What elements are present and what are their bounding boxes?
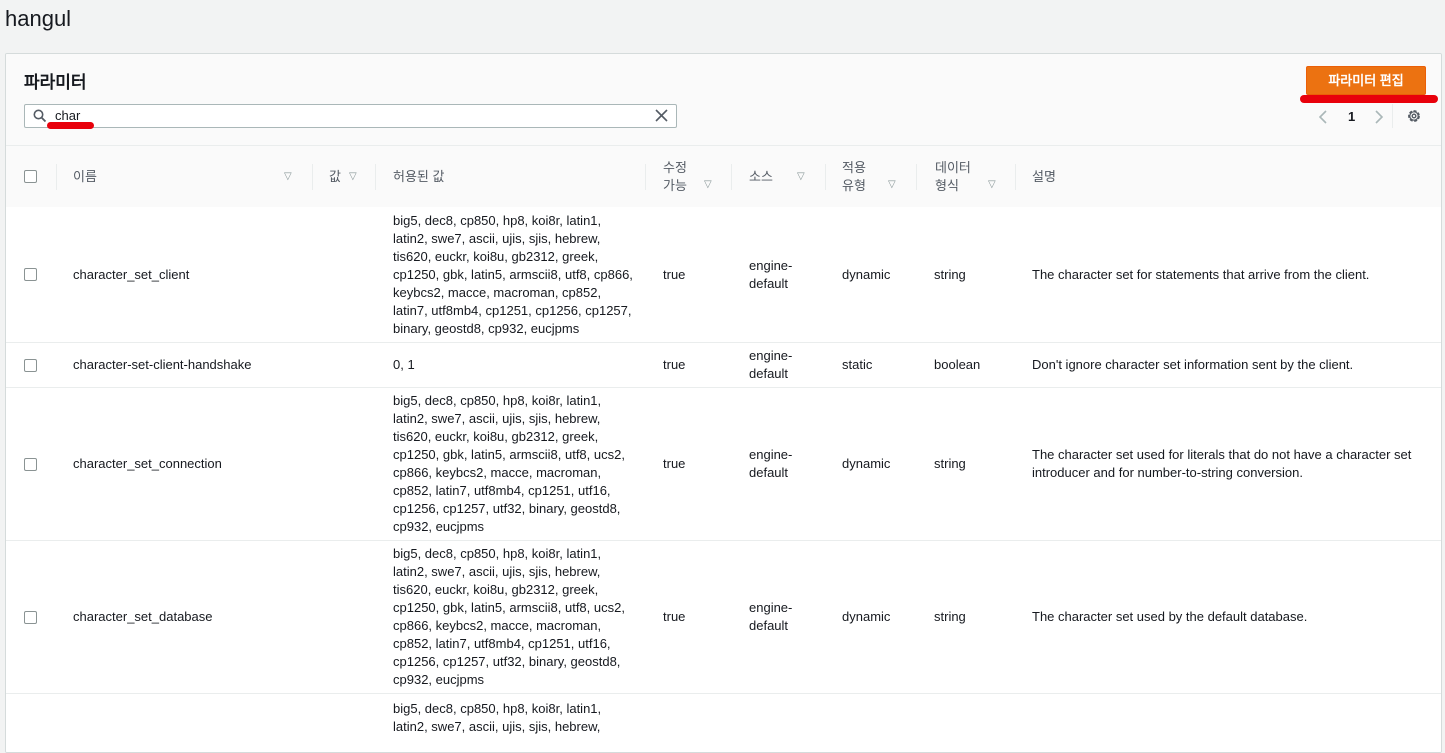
- pager-divider: [1392, 104, 1393, 128]
- search-input[interactable]: char: [24, 104, 677, 128]
- column-header-name[interactable]: 이름 ▽: [73, 146, 313, 207]
- data-type-value: string: [934, 266, 966, 282]
- apply-type-value: dynamic: [842, 609, 891, 624]
- row-checkbox[interactable]: [24, 457, 37, 471]
- column-divider: [645, 164, 646, 190]
- description-value: Don't ignore character set information s…: [1032, 357, 1354, 372]
- select-all-checkbox[interactable]: [24, 170, 37, 183]
- panel-header: 파라미터 파라미터 편집 char 1: [6, 54, 1441, 146]
- clear-icon[interactable]: [655, 109, 668, 127]
- parameters-panel: 파라미터 파라미터 편집 char 1 이름 ▽ 값 ▽ 허용된 값 수정 가능…: [5, 53, 1442, 753]
- sort-caret-icon[interactable]: ▽: [349, 171, 357, 182]
- table-row[interactable]: character_set_connection big5, dec8, cp8…: [6, 388, 1441, 541]
- apply-type-value: dynamic: [842, 456, 891, 471]
- allowed-values: big5, dec8, cp850, hp8, koi8r, latin1, l…: [393, 546, 625, 687]
- sort-caret-icon[interactable]: ▽: [888, 179, 896, 190]
- sort-caret-icon[interactable]: ▽: [284, 171, 292, 182]
- sort-caret-icon[interactable]: ▽: [704, 179, 712, 190]
- param-name: character-set-client-handshake: [73, 357, 252, 372]
- modifiable-value: true: [663, 456, 686, 471]
- column-header-modifiable-label: 수정 가능: [663, 159, 687, 193]
- column-divider: [1015, 164, 1016, 190]
- apply-type-value: static: [842, 357, 873, 372]
- search-icon: [33, 109, 47, 128]
- param-name: character_set_client: [73, 266, 190, 282]
- row-checkbox[interactable]: [24, 268, 37, 281]
- apply-type-value: dynamic: [842, 266, 891, 282]
- allowed-values: 0, 1: [393, 357, 415, 372]
- allowed-values: big5, dec8, cp850, hp8, koi8r, latin1, l…: [393, 393, 625, 534]
- current-page[interactable]: 1: [1348, 109, 1355, 124]
- column-header-allowed-label: 허용된 값: [393, 168, 445, 184]
- next-page-icon[interactable]: [1374, 109, 1384, 128]
- column-divider: [731, 164, 732, 190]
- column-header-apply-type[interactable]: 적용 유형 ▽: [842, 146, 917, 207]
- search-value: char: [55, 108, 81, 123]
- column-header-name-label: 이름: [73, 168, 97, 184]
- column-header-source[interactable]: 소스 ▽: [749, 146, 824, 207]
- description-value: The character set for statements that ar…: [1032, 266, 1370, 282]
- table-row[interactable]: character_set_client big5, dec8, cp850, …: [6, 207, 1441, 343]
- param-name: character_set_database: [73, 609, 213, 624]
- modifiable-value: true: [663, 266, 686, 282]
- panel-title: 파라미터: [24, 73, 87, 92]
- data-type-value: string: [934, 456, 966, 471]
- column-header-data-type[interactable]: 데이터 형식 ▽: [935, 146, 1015, 207]
- sort-caret-icon[interactable]: ▽: [797, 171, 805, 182]
- param-name: character_set_connection: [73, 456, 222, 471]
- column-header-source-label: 소스: [749, 168, 773, 184]
- column-divider: [375, 164, 376, 190]
- description-value: The character set used by the default da…: [1032, 609, 1308, 624]
- allowed-values: big5, dec8, cp850, hp8, koi8r, latin1, l…: [393, 212, 633, 336]
- column-divider: [312, 164, 313, 190]
- column-header-value[interactable]: 값 ▽: [329, 146, 379, 207]
- table-header: 이름 ▽ 값 ▽ 허용된 값 수정 가능 ▽ 소스 ▽ 적용 유형 ▽ 데이터 …: [6, 146, 1441, 208]
- column-header-description[interactable]: 설명: [1032, 146, 1332, 207]
- column-header-allowed[interactable]: 허용된 값: [393, 146, 643, 207]
- column-divider: [56, 164, 57, 190]
- column-header-apply-type-label: 적용 유형: [842, 159, 866, 193]
- column-header-modifiable[interactable]: 수정 가능 ▽: [663, 146, 733, 207]
- prev-page-icon[interactable]: [1318, 109, 1328, 128]
- allowed-values: big5, dec8, cp850, hp8, koi8r, latin1, l…: [393, 701, 602, 734]
- source-value: engine-default: [749, 257, 793, 291]
- data-type-value: string: [934, 609, 966, 624]
- source-value: engine-default: [749, 348, 793, 381]
- select-all-checkbox-cell: [24, 146, 37, 207]
- column-divider: [916, 164, 917, 190]
- gear-icon[interactable]: [1406, 108, 1422, 129]
- annotation-underline-edit-button: [1300, 95, 1438, 103]
- row-checkbox-cell: [24, 541, 37, 693]
- column-header-description-label: 설명: [1032, 168, 1056, 184]
- modifiable-value: true: [663, 609, 686, 624]
- row-checkbox-cell: [24, 388, 37, 540]
- sort-caret-icon[interactable]: ▽: [988, 179, 996, 190]
- table-row[interactable]: character_set_database big5, dec8, cp850…: [6, 541, 1441, 694]
- table-row[interactable]: character-set-client-handshake 0, 1 true…: [6, 343, 1441, 388]
- column-header-value-label: 값: [329, 168, 341, 184]
- row-checkbox[interactable]: [24, 610, 37, 624]
- modifiable-value: true: [663, 357, 686, 372]
- row-checkbox[interactable]: [24, 358, 37, 372]
- column-divider: [825, 164, 826, 190]
- edit-parameters-button[interactable]: 파라미터 편집: [1306, 66, 1426, 95]
- source-value: engine-default: [749, 600, 793, 633]
- row-checkbox-cell: [24, 343, 37, 387]
- description-value: The character set used for literals that…: [1032, 447, 1412, 480]
- annotation-underline-search: [47, 122, 94, 129]
- row-checkbox-cell: [24, 207, 37, 342]
- table-row[interactable]: big5, dec8, cp850, hp8, koi8r, latin1, l…: [6, 694, 1441, 752]
- source-value: engine-default: [749, 447, 793, 480]
- data-type-value: boolean: [934, 357, 981, 372]
- page-title: hangul: [5, 6, 72, 31]
- column-header-data-type-label: 데이터 형식: [935, 159, 971, 193]
